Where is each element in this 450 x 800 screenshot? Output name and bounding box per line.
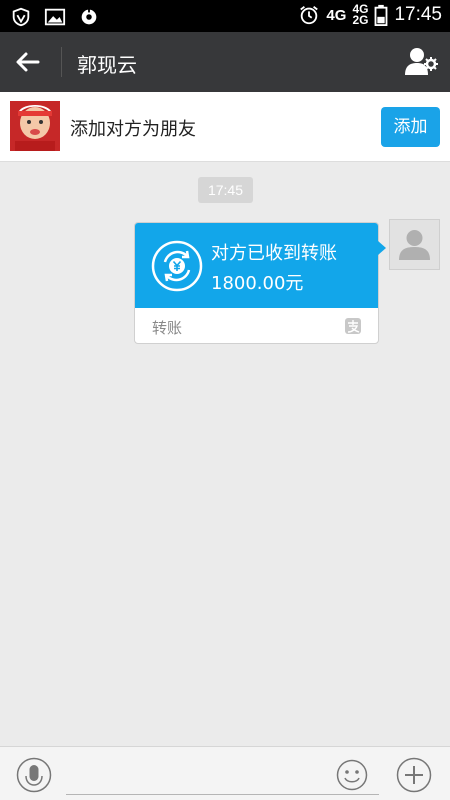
- alarm-icon: [300, 6, 319, 25]
- message-input[interactable]: [66, 759, 379, 795]
- image-icon: [44, 8, 66, 26]
- message-timestamp: 17:45: [198, 177, 253, 203]
- emoji-icon[interactable]: [336, 759, 368, 791]
- battery-icon: [375, 4, 388, 26]
- add-friend-label: 添加对方为朋友: [70, 119, 196, 140]
- chat-header: 郭现云: [0, 32, 450, 92]
- shield-icon: [12, 7, 30, 27]
- alipay-icon: [345, 318, 361, 334]
- contact-settings-icon[interactable]: [404, 46, 438, 78]
- transfer-status: 对方已收到转账: [211, 243, 337, 264]
- message-input-bar: [0, 746, 450, 800]
- clock: 17:45: [394, 4, 442, 25]
- baby-photo: [10, 101, 60, 151]
- network-secondary-bottom: 2G: [352, 13, 369, 27]
- header-divider: [61, 47, 62, 77]
- add-friend-bar: 添加对方为朋友 添加: [0, 92, 450, 162]
- transfer-type-label: 转账: [152, 319, 183, 337]
- back-arrow-icon[interactable]: [14, 48, 42, 76]
- network-type-primary: 4G: [326, 6, 347, 24]
- my-avatar[interactable]: [389, 219, 440, 270]
- transfer-yuan-icon: [151, 240, 203, 292]
- transfer-message[interactable]: 对方已收到转账 1800.00元 转账: [134, 222, 386, 344]
- transfer-amount: 1800.00元: [211, 273, 304, 294]
- plus-icon[interactable]: [396, 757, 432, 793]
- microphone-icon[interactable]: [16, 757, 52, 793]
- network-type-secondary: 4G 2G: [352, 3, 369, 27]
- sync-icon: [81, 7, 97, 25]
- user-placeholder-icon: [399, 230, 430, 260]
- contact-avatar[interactable]: [10, 101, 60, 151]
- transfer-header: 对方已收到转账 1800.00元: [135, 223, 386, 308]
- add-friend-button[interactable]: 添加: [381, 107, 440, 147]
- chat-title: 郭现云: [77, 53, 137, 77]
- status-bar: 4G 4G 2G 17:45: [0, 0, 450, 32]
